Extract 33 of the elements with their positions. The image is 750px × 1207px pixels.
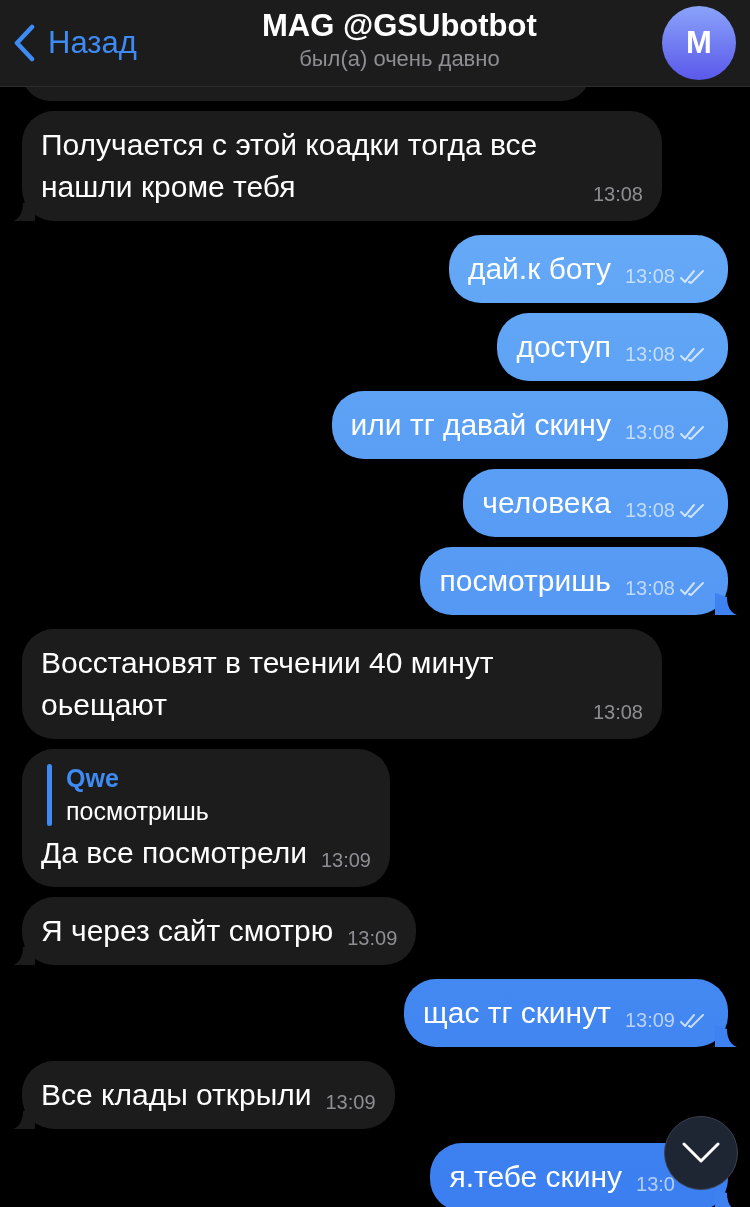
avatar[interactable]: M	[662, 6, 736, 80]
message-time: 13:08	[624, 421, 675, 444]
message-text: я.тебе скину	[449, 1159, 623, 1195]
chevron-down-icon	[682, 1142, 720, 1164]
back-button[interactable]: Назад	[12, 24, 137, 62]
message-time: 13:09	[624, 1009, 675, 1032]
message-time: 13:08	[624, 265, 675, 288]
message-time: 13:08	[592, 183, 643, 206]
message-text: Все клады открыли	[41, 1077, 312, 1113]
message-time: 13:08	[624, 343, 675, 366]
message-time: 13:09	[325, 1091, 376, 1114]
message-text: щас тг скинут	[423, 995, 611, 1031]
message-time: 13:08	[624, 499, 675, 522]
reply-quote: посмотришь	[66, 797, 209, 826]
chat-title: MAG @GSUbotbot	[262, 8, 537, 44]
message-text: Да все посмотрели	[41, 835, 307, 871]
message-text: или тг давай скину	[350, 407, 611, 443]
message-time: 13:09	[347, 927, 398, 950]
message-text: Я через сайт смотрю	[41, 913, 334, 949]
message-time: 13:0	[636, 1173, 675, 1196]
message-text: посмотришь	[439, 563, 611, 599]
message-text: Восстановят в течении 40 минут оьещают	[41, 645, 495, 723]
message-time: 13:08	[592, 701, 643, 724]
message-text: человека	[482, 485, 611, 521]
message-text: доступ	[516, 329, 611, 365]
bubble-tail	[715, 1025, 737, 1047]
last-seen-status: был(а) очень давно	[299, 46, 500, 72]
bubble-tail	[715, 593, 737, 615]
message-text: дай.к боту	[467, 251, 611, 287]
message-text: Получается с этой коадки тогда все нашли кроме тебя	[41, 127, 539, 205]
message-time: 13:09	[320, 849, 371, 872]
reply-author: Qwe	[66, 764, 120, 793]
message-time: 13:08	[624, 577, 675, 600]
